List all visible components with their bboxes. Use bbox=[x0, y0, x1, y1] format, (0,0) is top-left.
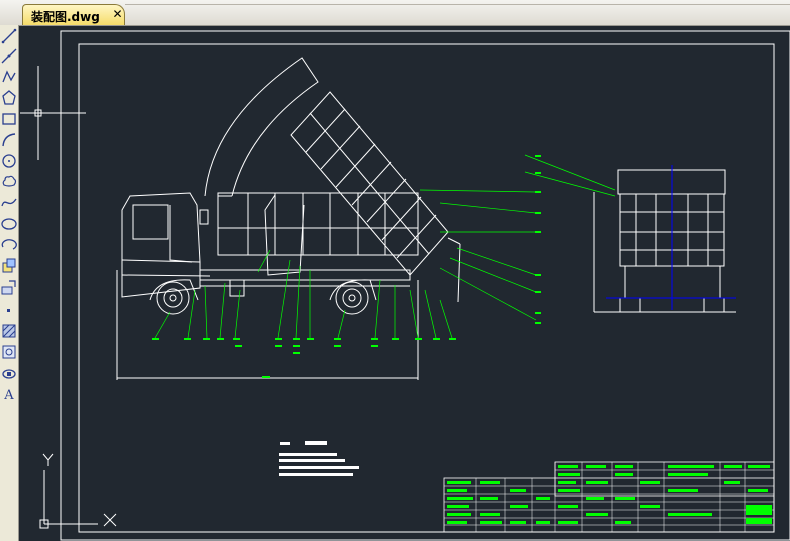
multiline-text-label: A bbox=[4, 388, 14, 403]
insert-block-icon[interactable] bbox=[1, 257, 17, 275]
draw-toolbar: A bbox=[0, 25, 19, 541]
polyline-icon[interactable] bbox=[1, 68, 17, 86]
rectangle-icon[interactable] bbox=[1, 110, 17, 128]
document-tab[interactable]: 装配图.dwg ✕ bbox=[22, 4, 125, 25]
truck-side-view bbox=[116, 57, 461, 380]
revision-cloud-icon[interactable] bbox=[1, 173, 17, 191]
make-block-icon[interactable] bbox=[1, 278, 17, 296]
drawing-canvas[interactable] bbox=[19, 26, 790, 541]
tab-bar-edge bbox=[125, 0, 790, 5]
ucs-icon bbox=[39, 453, 117, 529]
document-tab-label: 装配图.dwg bbox=[31, 10, 100, 24]
close-tab-button[interactable]: ✕ bbox=[111, 7, 124, 21]
sheet-outer-border bbox=[60, 30, 790, 541]
spline-icon[interactable] bbox=[1, 194, 17, 212]
ellipse-arc-icon[interactable] bbox=[1, 236, 17, 254]
technical-notes bbox=[279, 441, 359, 476]
polygon-icon[interactable] bbox=[1, 89, 17, 107]
construction-line-icon[interactable] bbox=[1, 47, 17, 65]
hatch-icon[interactable] bbox=[1, 322, 17, 340]
document-tab-bar: 装配图.dwg ✕ bbox=[0, 0, 790, 26]
point-icon[interactable] bbox=[1, 301, 17, 319]
line-icon[interactable] bbox=[1, 27, 17, 45]
arc-icon[interactable] bbox=[1, 131, 17, 149]
truck-rear-view bbox=[593, 169, 736, 313]
crosshair-cursor bbox=[20, 66, 86, 160]
table-icon[interactable] bbox=[1, 364, 17, 382]
dwg-drawing bbox=[20, 30, 790, 541]
title-block bbox=[443, 461, 775, 533]
region-icon[interactable] bbox=[1, 343, 17, 361]
circle-icon[interactable] bbox=[1, 152, 17, 170]
ellipse-icon[interactable] bbox=[1, 215, 17, 233]
multiline-text-icon[interactable]: A bbox=[1, 387, 17, 405]
sheet-inner-border bbox=[78, 43, 775, 533]
side-view-leader-tags bbox=[152, 155, 541, 378]
